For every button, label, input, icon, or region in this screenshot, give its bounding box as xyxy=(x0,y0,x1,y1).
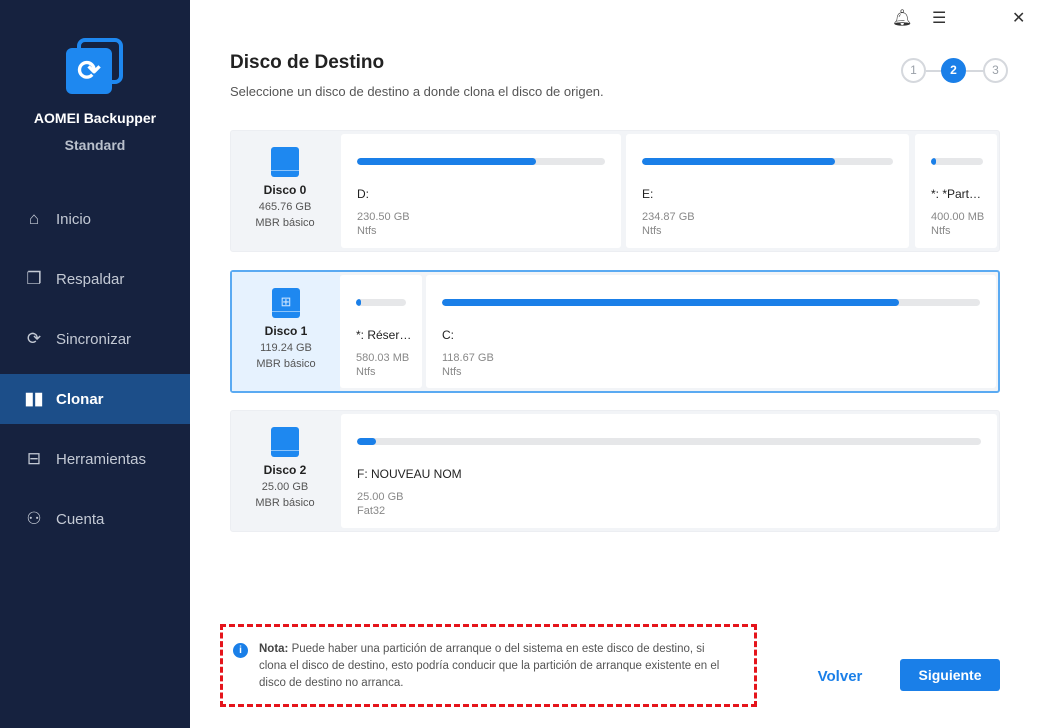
page-subtitle: Seleccione un disco de destino a donde c… xyxy=(230,84,604,99)
sidebar: ⟳ AOMEI Backupper Standard ⌂ Inicio ❐ Resp… xyxy=(0,0,190,728)
info-icon: i xyxy=(233,643,248,658)
usage-bar-fill xyxy=(442,299,900,306)
partition-fs: Ntfs xyxy=(356,366,376,378)
note-label: Nota: xyxy=(259,643,289,655)
sidebar-item-label: Clonar xyxy=(56,390,104,408)
hard-disk-icon xyxy=(271,427,299,457)
sidebar-item-clonar[interactable]: ▮▮ Clonar xyxy=(0,374,190,424)
partition-card: D: 230.50 GB Ntfs xyxy=(341,134,621,248)
disk-name: Disco 2 xyxy=(263,463,307,477)
user-icon: ⚇ xyxy=(26,509,42,528)
partition-name: D: xyxy=(357,187,369,201)
usage-bar xyxy=(442,299,980,306)
usage-bar-fill xyxy=(356,299,361,306)
usage-bar xyxy=(931,158,983,165)
app-edition: Standard xyxy=(64,137,126,153)
disk-type: MBR básico xyxy=(255,217,315,229)
partition-size: 118.67 GB xyxy=(442,352,494,364)
partition-size: 234.87 GB xyxy=(642,211,695,223)
step-1: 1 xyxy=(901,58,926,83)
partition-name: *: *Partiti... xyxy=(931,187,983,201)
disk-name: Disco 1 xyxy=(264,324,308,338)
page-title: Disco de Destino xyxy=(230,52,385,73)
partition-fs: Ntfs xyxy=(931,225,951,237)
step-2-current: 2 xyxy=(941,58,966,83)
usage-bar-fill xyxy=(357,158,536,165)
disk-size: 119.24 GB xyxy=(260,342,312,354)
partition-fs: Ntfs xyxy=(642,225,662,237)
partition-fs: Fat32 xyxy=(357,505,386,517)
warning-note: i Nota: Puede haber una partición de arr… xyxy=(220,624,757,707)
sidebar-item-label: Inicio xyxy=(56,210,92,228)
partition-name: *: Réservé... xyxy=(356,328,412,342)
sidebar-item-respaldar[interactable]: ❐ Respaldar xyxy=(0,254,190,304)
sidebar-item-label: Respaldar xyxy=(56,270,125,288)
partition-fs: Ntfs xyxy=(442,366,462,378)
partition-card: E: 234.87 GB Ntfs xyxy=(626,134,909,248)
backup-icon: ❐ xyxy=(26,269,42,288)
disk-size: 465.76 GB xyxy=(258,201,312,213)
partition-card: *: Réservé... 580.03 MB Ntfs xyxy=(340,275,422,388)
disk-row-2[interactable]: Disco 2 25.00 GB MBR básico F: NOUVEAU N… xyxy=(230,410,1000,532)
clone-icon: ▮▮ xyxy=(24,389,44,408)
disk-info: Disco 0 465.76 GB MBR básico xyxy=(231,131,339,251)
bell-icon[interactable]: 🔔︎ xyxy=(892,8,912,28)
hard-disk-icon xyxy=(271,147,299,177)
app-name: AOMEI Backupper xyxy=(33,110,157,126)
usage-bar xyxy=(642,158,893,165)
partition-size: 230.50 GB xyxy=(357,211,410,223)
back-button[interactable]: Volver xyxy=(800,660,880,692)
partition-size: 400.00 MB xyxy=(931,211,985,223)
disk-info: ⊞ Disco 1 119.24 GB MBR básico xyxy=(232,272,340,391)
partition-fs: Ntfs xyxy=(357,225,377,237)
partition-name: F: NOUVEAU NOM xyxy=(357,467,462,481)
usage-bar xyxy=(357,438,981,445)
close-icon[interactable]: ✕ xyxy=(1012,8,1025,28)
note-text: Puede haber una partición de arranque o … xyxy=(259,643,720,689)
disk-type: MBR básico xyxy=(256,358,316,370)
disk-row-1-selected[interactable]: ⊞ Disco 1 119.24 GB MBR básico *: Réserv… xyxy=(230,270,1000,393)
sidebar-item-sincronizar[interactable]: ⟳ Sincronizar xyxy=(0,314,190,364)
menu-icon[interactable]: ☰ xyxy=(932,8,946,28)
partition-card: F: NOUVEAU NOM 25.00 GB Fat32 xyxy=(341,414,997,528)
sidebar-item-label: Herramientas xyxy=(56,450,147,468)
home-icon: ⌂ xyxy=(28,209,40,228)
partition-card: C: 118.67 GB Ntfs xyxy=(426,275,996,388)
usage-bar xyxy=(356,299,406,306)
usage-bar xyxy=(357,158,605,165)
disk-row-0[interactable]: Disco 0 465.76 GB MBR básico D: 230.50 G… xyxy=(230,130,1000,252)
sidebar-item-label: Cuenta xyxy=(56,510,105,528)
usage-bar-fill xyxy=(642,158,836,165)
partition-size: 25.00 GB xyxy=(357,491,404,503)
partition-size: 580.03 MB xyxy=(356,352,410,364)
app-logo-icon: ⟳ xyxy=(66,38,124,96)
disk-name: Disco 0 xyxy=(263,183,307,197)
partition-card: *: *Partiti... 400.00 MB Ntfs xyxy=(915,134,997,248)
step-3: 3 xyxy=(983,58,1008,83)
sidebar-item-herramientas[interactable]: ⊟ Herramientas xyxy=(0,434,190,484)
usage-bar-fill xyxy=(931,158,936,165)
disk-size: 25.00 GB xyxy=(261,481,309,493)
sidebar-item-inicio[interactable]: ⌂ Inicio xyxy=(0,194,190,244)
next-button[interactable]: Siguiente xyxy=(900,659,1000,691)
tools-icon: ⊟ xyxy=(26,449,42,468)
windows-disk-icon: ⊞ xyxy=(272,288,300,318)
partition-name: C: xyxy=(442,328,454,342)
usage-bar-fill xyxy=(357,438,376,445)
disk-type: MBR básico xyxy=(255,497,315,509)
sidebar-item-cuenta[interactable]: ⚇ Cuenta xyxy=(0,494,190,544)
sidebar-item-label: Sincronizar xyxy=(56,330,132,348)
partition-name: E: xyxy=(642,187,654,201)
sync-icon: ⟳ xyxy=(26,329,42,348)
disk-info: Disco 2 25.00 GB MBR básico xyxy=(231,411,339,531)
